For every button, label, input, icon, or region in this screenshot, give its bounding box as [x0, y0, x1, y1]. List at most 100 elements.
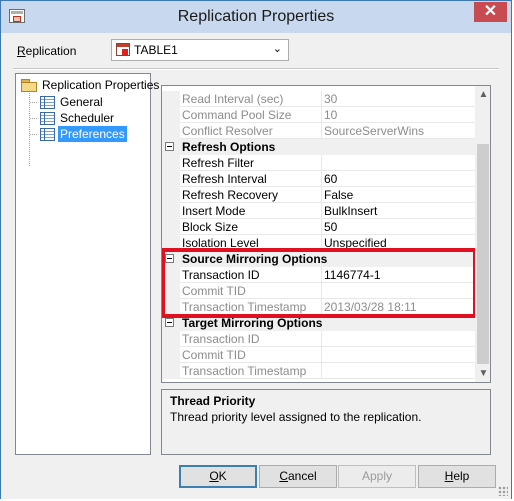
tree-root-label: Replication Properties — [42, 78, 160, 92]
ok-button[interactable]: OK — [179, 465, 257, 488]
row-gutter — [162, 203, 180, 219]
window-title: Replication Properties — [177, 8, 335, 25]
help-label: elp — [453, 469, 470, 483]
property-value[interactable]: 50 — [320, 219, 479, 235]
collapse-icon[interactable] — [165, 254, 174, 263]
cancel-button[interactable]: Cancel — [259, 465, 337, 488]
navigation-tree: Replication Properties General Scheduler… — [15, 73, 159, 455]
property-row-isolation-level[interactable]: Isolation Level Unspecified — [162, 235, 479, 251]
property-value[interactable] — [320, 347, 479, 363]
description-title: Thread Priority — [170, 394, 256, 408]
title-bar[interactable]: Replication Properties ✕ — [1, 1, 511, 33]
property-row-command-pool-size[interactable]: Command Pool Size 10 — [162, 107, 479, 123]
row-gutter — [162, 299, 180, 315]
property-name: Commit TID — [180, 283, 322, 299]
ok-mnemonic: O — [209, 469, 219, 483]
property-value[interactable]: 30 — [320, 91, 479, 107]
property-row-target-transaction-timestamp[interactable]: Transaction Timestamp — [162, 363, 479, 379]
property-name: Transaction ID — [180, 267, 322, 283]
property-row-source-commit-tid[interactable]: Commit TID — [162, 283, 479, 299]
tree-connector — [29, 93, 30, 166]
category-source-mirroring-options[interactable]: Source Mirroring Options — [162, 251, 475, 267]
property-value[interactable]: 2013/03/28 18:11 — [320, 299, 479, 315]
property-name: Refresh Recovery — [180, 187, 322, 203]
property-grid-body: Read Interval (sec) 30 Command Pool Size… — [162, 86, 479, 382]
property-row-refresh-interval[interactable]: Refresh Interval 60 — [162, 171, 479, 187]
property-grid-icon — [40, 96, 55, 109]
property-name: Insert Mode — [180, 203, 322, 219]
property-value[interactable]: 1146774-1 — [320, 267, 479, 283]
property-name: Transaction Timestamp — [180, 363, 322, 379]
property-value[interactable]: 60 — [320, 171, 479, 187]
property-grid-icon — [40, 112, 55, 125]
replication-select-value: TABLE1 — [134, 43, 178, 57]
row-gutter — [162, 123, 180, 139]
replication-select[interactable]: TABLE1 ⌄ — [111, 39, 289, 61]
property-row-source-transaction-timestamp[interactable]: Transaction Timestamp 2013/03/28 18:11 — [162, 299, 479, 315]
replication-label-rest: eplication — [25, 44, 77, 58]
property-row-insert-mode[interactable]: Insert Mode BulkInsert — [162, 203, 479, 219]
scroll-up-icon[interactable]: ▲ — [475, 86, 490, 103]
collapse-icon[interactable] — [165, 142, 174, 151]
cancel-mnemonic: C — [279, 469, 288, 483]
property-value[interactable] — [320, 283, 479, 299]
description-text: Thread priority level assigned to the re… — [170, 410, 422, 424]
category-label: Source Mirroring Options — [182, 252, 328, 266]
close-button[interactable]: ✕ — [474, 2, 507, 22]
property-row-block-size[interactable]: Block Size 50 — [162, 219, 479, 235]
row-gutter — [162, 235, 180, 251]
category-label: Target Mirroring Options — [182, 316, 323, 330]
property-name: Transaction ID — [180, 331, 322, 347]
property-name: Refresh Interval — [180, 171, 322, 187]
property-value[interactable] — [320, 363, 479, 379]
table-icon — [116, 43, 130, 56]
chevron-down-icon: ⌄ — [272, 43, 282, 55]
property-row-target-transaction-id[interactable]: Transaction ID — [162, 331, 479, 347]
help-button[interactable]: Help — [418, 465, 496, 488]
property-name: Refresh Filter — [180, 155, 322, 171]
category-label: Refresh Options — [182, 140, 276, 154]
property-value[interactable] — [320, 331, 479, 347]
scroll-down-icon[interactable]: ▼ — [475, 365, 490, 382]
resize-grip-icon[interactable] — [498, 486, 508, 496]
category-target-mirroring-options[interactable]: Target Mirroring Options — [162, 315, 475, 331]
collapse-icon[interactable] — [165, 318, 174, 327]
row-gutter — [162, 347, 180, 363]
dialog-client: Replication TABLE1 ⌄ Replication Propert… — [1, 33, 511, 499]
category-refresh-options[interactable]: Refresh Options — [162, 139, 475, 155]
property-name: Block Size — [180, 219, 322, 235]
row-gutter — [162, 283, 180, 299]
replication-label-mnemonic: R — [17, 44, 26, 58]
folder-icon — [21, 79, 37, 92]
property-name: Commit TID — [180, 347, 322, 363]
row-gutter — [162, 363, 180, 379]
property-grid-scrollbar[interactable]: ▲ ▼ — [475, 86, 490, 382]
property-name: Conflict Resolver — [180, 123, 322, 139]
property-row-source-transaction-id[interactable]: Transaction ID 1146774-1 — [162, 267, 479, 283]
header-separator — [13, 68, 499, 70]
property-name: Command Pool Size — [180, 107, 322, 123]
property-value[interactable]: Unspecified — [320, 235, 479, 251]
property-row-target-commit-tid[interactable]: Commit TID — [162, 347, 479, 363]
property-row-read-interval[interactable]: Read Interval (sec) 30 — [162, 91, 479, 107]
property-name: Read Interval (sec) — [180, 91, 322, 107]
property-value[interactable]: SourceServerWins — [320, 123, 479, 139]
property-value[interactable]: False — [320, 187, 479, 203]
row-gutter — [162, 91, 180, 107]
description-panel: Thread Priority Thread priority level as… — [161, 389, 491, 455]
property-value[interactable]: 10 — [320, 107, 479, 123]
property-row-refresh-recovery[interactable]: Refresh Recovery False — [162, 187, 479, 203]
ok-label: K — [218, 469, 227, 483]
tree-connector — [30, 118, 37, 119]
property-grid: Read Interval (sec) 30 Command Pool Size… — [161, 85, 491, 383]
apply-label: Apply — [361, 469, 393, 483]
scroll-thumb[interactable] — [477, 144, 489, 364]
property-value[interactable] — [320, 155, 479, 171]
row-gutter — [162, 331, 180, 347]
replication-properties-window: Replication Properties ✕ Replication TAB… — [0, 0, 512, 499]
property-row-conflict-resolver[interactable]: Conflict Resolver SourceServerWins — [162, 123, 479, 139]
apply-button[interactable]: Apply — [338, 465, 416, 488]
property-row-refresh-filter[interactable]: Refresh Filter — [162, 155, 479, 171]
property-value[interactable]: BulkInsert — [320, 203, 479, 219]
tree-connector — [30, 102, 37, 103]
